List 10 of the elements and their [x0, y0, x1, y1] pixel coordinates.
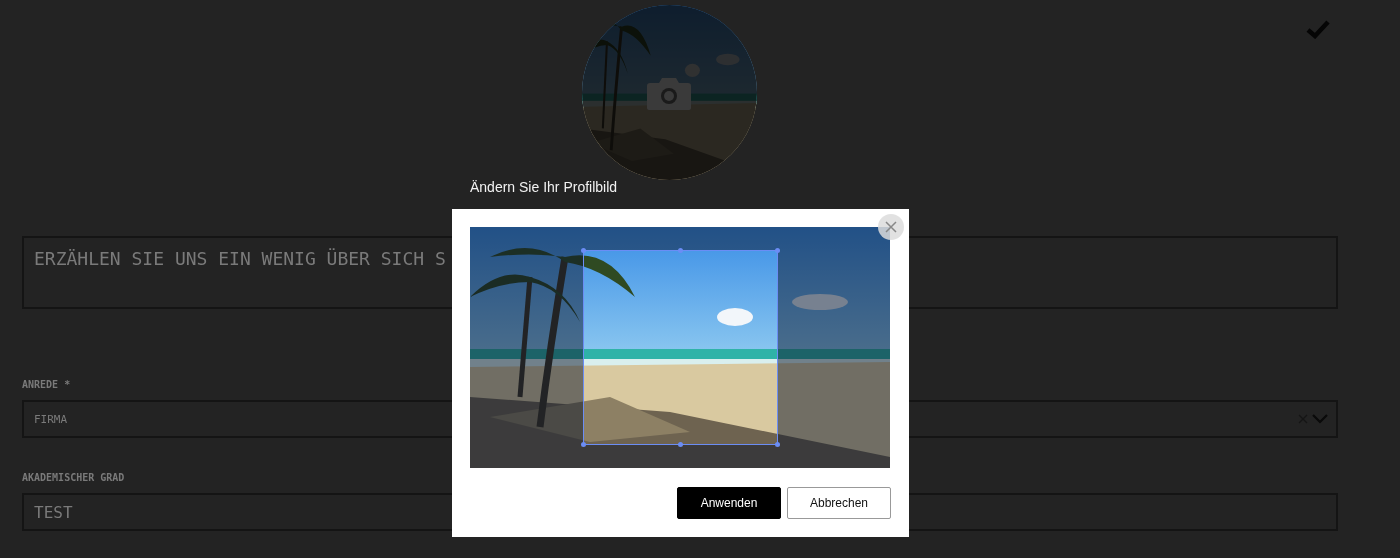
dialog-title: Ändern Sie Ihr Profilbild — [470, 178, 618, 196]
close-button[interactable] — [878, 214, 904, 240]
chevron-down-icon[interactable] — [1312, 414, 1328, 424]
cancel-button[interactable]: Abbrechen — [787, 487, 891, 519]
field-label: ANREDE * — [22, 379, 72, 390]
field-label: AKADEMISCHER GRAD — [22, 472, 126, 483]
check-icon[interactable] — [1306, 20, 1330, 39]
close-icon — [885, 221, 897, 233]
crop-selection[interactable] — [583, 250, 778, 445]
apply-button[interactable]: Anwenden — [677, 487, 781, 519]
